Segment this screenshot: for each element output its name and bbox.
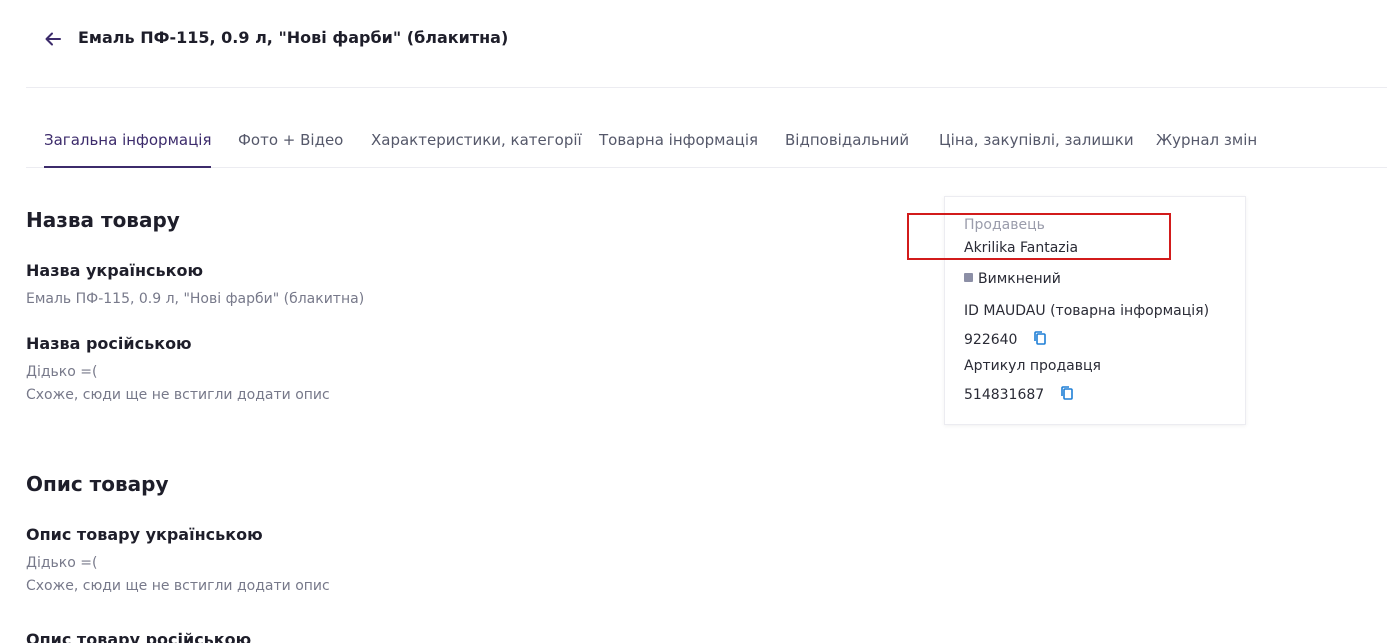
description-section-title: Опис товару bbox=[26, 472, 169, 496]
tab-change-log[interactable]: Журнал змін bbox=[1156, 131, 1257, 168]
product-page: Емаль ПФ-115, 0.9 л, "Нові фарби" (блаки… bbox=[0, 0, 1387, 643]
tab-responsible[interactable]: Відповідальний bbox=[785, 131, 909, 168]
copy-icon bbox=[1034, 331, 1046, 345]
description-ukrainian-label: Опис товару українською bbox=[26, 525, 263, 544]
tab-bar: Загальна інформація Фото + Відео Характе… bbox=[26, 88, 1387, 168]
id-label: ID MAUDAU (товарна інформація) bbox=[964, 303, 1210, 319]
id-value: 922640 bbox=[964, 332, 1018, 348]
seller-highlight-box bbox=[907, 213, 1171, 260]
copy-id-button[interactable] bbox=[1032, 330, 1048, 346]
seller-status: Вимкнений bbox=[964, 271, 1061, 287]
sku-row: 514831687 bbox=[964, 385, 1075, 403]
name-ukrainian-value: Емаль ПФ-115, 0.9 л, "Нові фарби" (блаки… bbox=[26, 291, 365, 307]
status-badge: Вимкнений bbox=[978, 271, 1061, 287]
name-section-title: Назва товару bbox=[26, 208, 180, 232]
copy-sku-button[interactable] bbox=[1059, 385, 1075, 401]
copy-icon bbox=[1060, 386, 1073, 400]
back-button[interactable] bbox=[40, 26, 66, 52]
sku-value: 514831687 bbox=[964, 387, 1045, 403]
name-russian-empty-title: Дідько =( bbox=[26, 364, 98, 380]
page-header: Емаль ПФ-115, 0.9 л, "Нові фарби" (блаки… bbox=[26, 0, 1387, 88]
name-russian-label: Назва російською bbox=[26, 334, 192, 353]
status-dot-icon bbox=[964, 273, 973, 282]
name-russian-empty-text: Схоже, сюди ще не встигли додати опис bbox=[26, 387, 330, 403]
description-russian-label: Опис товару російською bbox=[26, 630, 252, 643]
arrow-left-icon bbox=[45, 32, 61, 46]
tab-product-info[interactable]: Товарна інформація bbox=[599, 131, 758, 168]
tab-price-stock[interactable]: Ціна, закупівлі, залишки bbox=[939, 131, 1134, 168]
tab-photo-video[interactable]: Фото + Відео bbox=[238, 131, 343, 168]
id-row: 922640 bbox=[964, 330, 1048, 348]
name-ukrainian-label: Назва українською bbox=[26, 261, 204, 280]
tab-characteristics[interactable]: Характеристики, категорії bbox=[371, 131, 582, 168]
description-ukrainian-empty-text: Схоже, сюди ще не встигли додати опис bbox=[26, 578, 330, 594]
tab-general-info[interactable]: Загальна інформація bbox=[44, 131, 212, 168]
description-ukrainian-empty-title: Дідько =( bbox=[26, 555, 98, 571]
sku-label: Артикул продавця bbox=[964, 358, 1101, 374]
page-title: Емаль ПФ-115, 0.9 л, "Нові фарби" (блаки… bbox=[78, 28, 509, 47]
